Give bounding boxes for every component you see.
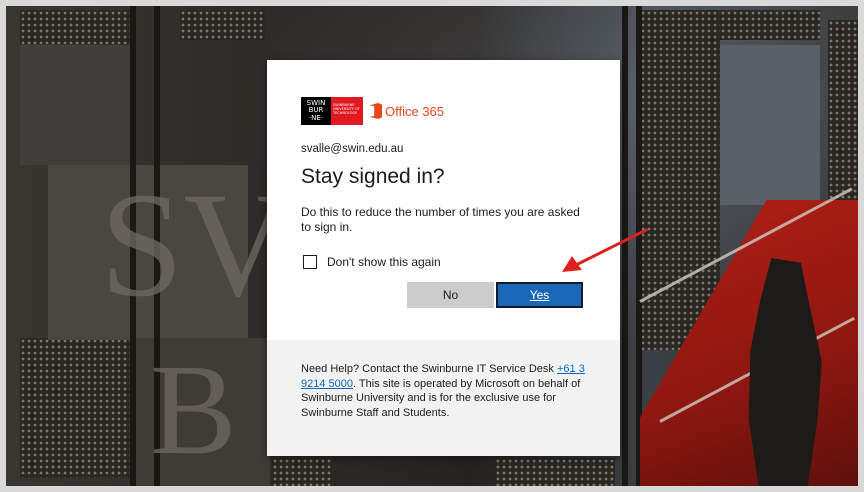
office-logo-text: Office 365 — [385, 103, 445, 119]
perforated-panel — [20, 10, 130, 44]
no-button[interactable]: No — [407, 282, 494, 308]
perforated-panel — [272, 458, 332, 486]
dont-show-again-checkbox[interactable] — [303, 255, 317, 269]
building-letter-b: B — [150, 338, 237, 482]
help-text-intro: Need Help? Contact the Swinburne IT Serv… — [301, 363, 557, 375]
swinburne-logo-subtitle: SWINBURNE UNIVERSITY OF TECHNOLOGY — [333, 103, 360, 115]
annotation-arrow-icon — [562, 228, 648, 272]
brand-logos: SWIN BUR ·NE· SWINBURNE UNIVERSITY OF TE… — [301, 97, 444, 125]
perforated-panel — [720, 10, 820, 40]
logo-line: ·NE· — [308, 113, 324, 122]
dialog-title: Stay signed in? — [301, 165, 445, 188]
building-balcony — [20, 45, 130, 165]
yes-button[interactable]: Yes — [496, 282, 583, 308]
building-letters-sw: SV — [100, 162, 292, 328]
perforated-panel — [495, 458, 615, 486]
dialog-description: Do this to reduce the number of times yo… — [301, 205, 580, 234]
help-text: Need Help? Contact the Swinburne IT Serv… — [301, 362, 591, 420]
building-window — [720, 45, 820, 205]
swinburne-logo: SWIN BUR ·NE· SWINBURNE UNIVERSITY OF TE… — [301, 97, 363, 125]
dont-show-again-label[interactable]: Don't show this again — [327, 255, 441, 269]
perforated-panel — [180, 10, 265, 40]
perforated-panel — [20, 338, 130, 478]
dialog-main: SWIN BUR ·NE· SWINBURNE UNIVERSITY OF TE… — [267, 60, 620, 340]
dont-show-again-option[interactable]: Don't show this again — [303, 255, 441, 269]
help-footer: Need Help? Contact the Swinburne IT Serv… — [267, 340, 620, 456]
office-icon — [369, 103, 382, 119]
swinburne-wordmark: SWIN BUR ·NE· — [301, 97, 331, 125]
account-email: svalle@swin.edu.au — [301, 143, 404, 155]
perforated-panel — [640, 10, 720, 350]
